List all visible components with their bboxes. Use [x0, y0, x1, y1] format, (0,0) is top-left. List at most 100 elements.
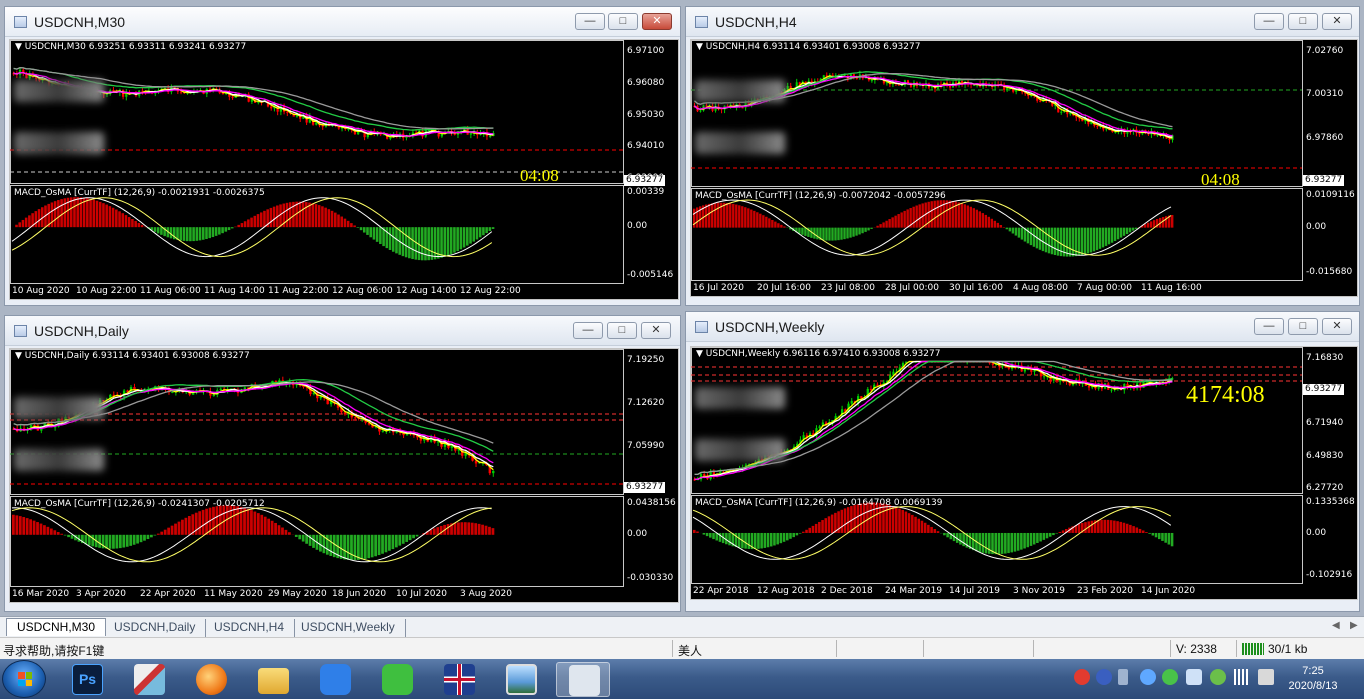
- macd-histogram-bar: [1029, 227, 1033, 246]
- chart-canvas[interactable]: ▼ USDCNH,M30 6.93251 6.93311 6.93241 6.9…: [9, 39, 679, 300]
- window-titlebar[interactable]: USDCNH,Weekly — □ ✕: [686, 312, 1359, 342]
- macd-histogram-bar: [115, 209, 118, 228]
- tab-usdcnh-m30[interactable]: USDCNH,M30: [6, 618, 107, 636]
- macd-histogram-bar: [808, 527, 812, 533]
- chart-window-m30[interactable]: USDCNH,M30 — □ ✕ ▼ USDCNH,M30 6.93251 6.…: [4, 6, 681, 306]
- macd-histogram-bar: [250, 510, 253, 535]
- macd-histogram-bar: [753, 532, 757, 550]
- shield-tray-icon[interactable]: [1186, 669, 1202, 685]
- macd-histogram-bar: [984, 532, 988, 554]
- tray-expand-icon[interactable]: [1118, 669, 1128, 685]
- chart-window-h4[interactable]: USDCNH,H4 — □ ✕ ▼ USDCNH,H4 6.93114 6.93…: [685, 6, 1360, 306]
- taskbar-image-viewer[interactable]: [494, 662, 548, 697]
- wechat-tray-icon[interactable]: [1162, 669, 1178, 685]
- macd-histogram-bar: [930, 201, 933, 228]
- macd-histogram-bar: [108, 206, 112, 228]
- window-titlebar[interactable]: USDCNH,M30 — □ ✕: [5, 7, 680, 37]
- taskbar-uk-flag-app[interactable]: [432, 662, 486, 697]
- window-titlebar[interactable]: USDCNH,Daily — □ ✕: [5, 316, 680, 346]
- help-tray-icon[interactable]: [1096, 669, 1112, 685]
- chart-canvas[interactable]: ▼ USDCNH,Weekly 6.96116 6.97410 6.93008 …: [690, 346, 1358, 600]
- macd-histogram-bar: [167, 527, 171, 535]
- sogou-ime-icon[interactable]: [1074, 669, 1090, 685]
- taskbar-clock[interactable]: 7:25 2020/8/13: [1282, 664, 1344, 694]
- macd-histogram-bar: [469, 227, 472, 244]
- taskbar-wechat[interactable]: [370, 662, 424, 697]
- macd-histogram-bar: [491, 227, 495, 229]
- tab-usdcnh-daily[interactable]: USDCNH,Daily: [104, 619, 207, 637]
- maximize-button[interactable]: □: [1288, 318, 1318, 335]
- taskbar-photoshop[interactable]: Ps: [60, 662, 114, 697]
- maximize-button[interactable]: □: [607, 322, 637, 339]
- maximize-button[interactable]: □: [608, 13, 638, 30]
- macd-histogram-bar: [1052, 532, 1055, 536]
- taskbar-pinned-app[interactable]: [122, 662, 176, 697]
- macd-histogram-bar: [381, 534, 384, 554]
- taskbar-explorer[interactable]: [246, 662, 300, 697]
- tab-usdcnh-h4[interactable]: USDCNH,H4: [204, 619, 296, 637]
- tab-scroll-right-icon[interactable]: ▶: [1350, 620, 1358, 631]
- chart-canvas[interactable]: ▼ USDCNH,Daily 6.93114 6.93401 6.93008 6…: [9, 348, 679, 603]
- macd-histogram-bar: [192, 227, 195, 242]
- security-tray-icon[interactable]: [1210, 669, 1226, 685]
- macd-histogram-bar: [95, 200, 99, 228]
- window-titlebar[interactable]: USDCNH,H4 — □ ✕: [686, 7, 1359, 37]
- macd-histogram-bar: [205, 508, 208, 535]
- chart-window-weekly[interactable]: USDCNH,Weekly — □ ✕ ▼ USDCNH,Weekly 6.96…: [685, 311, 1360, 612]
- macd-histogram-bar: [424, 227, 427, 261]
- minimize-button[interactable]: —: [1254, 318, 1284, 335]
- macd-histogram-bar: [1039, 532, 1042, 542]
- taskbar-browser[interactable]: [184, 662, 238, 697]
- minimize-button[interactable]: —: [1254, 13, 1284, 30]
- metatrader-icon: [569, 665, 600, 696]
- taskbar-metatrader[interactable]: [556, 662, 610, 697]
- chart-window-icon: [695, 16, 708, 28]
- macd-histogram-bar: [405, 534, 409, 542]
- close-button[interactable]: ✕: [641, 322, 671, 339]
- status-divider: [1236, 640, 1237, 657]
- macd-histogram-bar: [488, 227, 492, 232]
- candle-body: [219, 388, 222, 391]
- close-button[interactable]: ✕: [1322, 318, 1352, 335]
- macd-histogram-bar: [334, 212, 337, 228]
- tab-scroll-left-icon[interactable]: ◀: [1332, 620, 1340, 631]
- taskbar-notes[interactable]: [308, 662, 362, 697]
- macd-histogram-bar: [1113, 227, 1117, 242]
- macd-histogram-bar: [121, 213, 125, 228]
- status-divider: [836, 640, 837, 657]
- macd-histogram-bar: [224, 227, 228, 232]
- macd-histogram-bar: [46, 526, 50, 535]
- chart-canvas[interactable]: ▼ USDCNH,H4 6.93114 6.93401 6.93008 6.93…: [690, 39, 1358, 297]
- close-button[interactable]: ✕: [1322, 13, 1352, 30]
- macd-histogram-bar: [288, 202, 292, 228]
- macd-histogram-bar: [118, 211, 121, 228]
- network-signal-icon[interactable]: [1234, 669, 1250, 685]
- time-axis-tick: 3 Apr 2020: [76, 589, 126, 599]
- macd-histogram-bar: [263, 516, 267, 535]
- macd-histogram-bar: [696, 531, 699, 533]
- macd-histogram-bar: [792, 532, 795, 538]
- minimize-button[interactable]: —: [573, 322, 603, 339]
- macd-histogram-bar: [34, 211, 38, 228]
- macd-histogram-bar: [1135, 527, 1139, 533]
- start-button[interactable]: [2, 660, 46, 698]
- macd-histogram-bar: [484, 525, 488, 535]
- volume-muted-icon[interactable]: [1258, 669, 1274, 685]
- price-axis-tick: 7.05990: [627, 441, 665, 451]
- macd-histogram-bar: [1020, 532, 1023, 550]
- macd-histogram-bar: [377, 534, 381, 556]
- chart-window-daily[interactable]: USDCNH,Daily — □ ✕ ▼ USDCNH,Daily 6.9311…: [4, 315, 681, 612]
- macd-histogram-bar: [420, 227, 424, 261]
- maximize-button[interactable]: □: [1288, 13, 1318, 30]
- macd-histogram-bar: [474, 523, 478, 535]
- minimize-button[interactable]: —: [575, 13, 605, 30]
- close-button[interactable]: ✕: [642, 13, 672, 30]
- tab-usdcnh-weekly[interactable]: USDCNH,Weekly: [291, 619, 406, 637]
- feather-tray-icon[interactable]: [1140, 669, 1156, 685]
- macd-histogram-bar: [885, 504, 888, 533]
- macd-histogram-bar: [747, 532, 751, 549]
- macd-histogram-bar: [160, 531, 164, 535]
- macd-histogram-bar: [366, 227, 369, 235]
- macd-histogram-bar: [353, 225, 356, 228]
- macd-histogram-bar: [1008, 227, 1012, 232]
